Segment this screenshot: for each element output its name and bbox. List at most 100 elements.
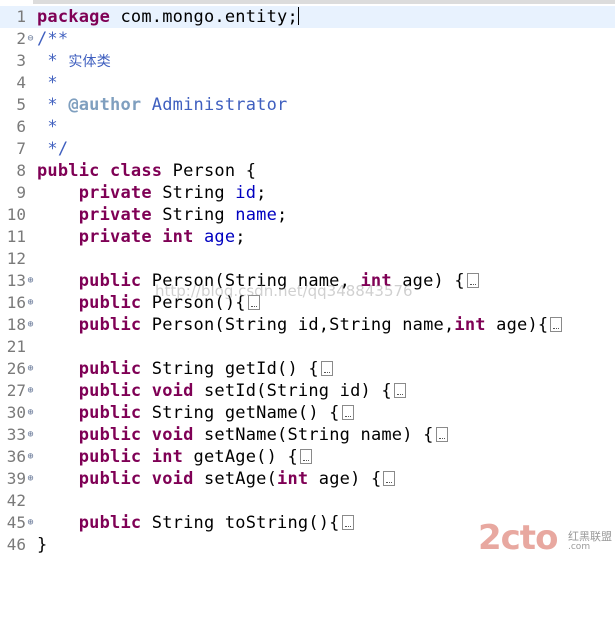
line-number: 16 [6,293,26,312]
fold-collapsed-icon[interactable]: ⊕ [26,380,35,402]
code-line[interactable]: 21 [0,336,615,358]
closing-brace: } [37,535,48,555]
line-code: public String getId() { [37,358,333,380]
collapsed-code-icon[interactable] [341,515,354,530]
line-number: 8 [16,161,26,180]
keyword: public [78,447,142,467]
method-signature: getAge() { [183,447,298,467]
fold-collapsed-icon[interactable]: ⊕ [26,446,35,468]
code-line[interactable]: 9 private String id; [0,182,615,204]
line-number: 13 [6,271,26,290]
collapsed-code-icon[interactable] [383,471,396,486]
fold-collapsed-icon[interactable]: ⊕ [26,358,35,380]
fold-collapsed-icon[interactable]: ⊕ [26,292,35,314]
keyword: public [78,359,142,379]
line-number: 1 [16,7,26,26]
keyword: private [78,205,152,225]
line-number: 39 [6,469,26,488]
collapsed-code-icon[interactable] [299,449,312,464]
keyword: public [78,315,142,335]
code-line[interactable]: 4 * [0,72,615,94]
code-line[interactable]: 27 ⊕ public void setId(String id) { [0,380,615,402]
line-code: public void setName(String name) { [37,424,448,446]
keyword: void [151,381,194,401]
keyword: int [454,315,486,335]
constructor-signature-end: age){ [485,315,549,335]
fold-collapsed-icon[interactable]: ⊕ [26,424,35,446]
line-number: 10 [6,205,26,224]
code-line[interactable]: 10 private String name; [0,204,615,226]
code-line[interactable]: 30 ⊕ public String getName() { [0,402,615,424]
line-number: 3 [16,51,26,70]
line-number: 42 [6,491,26,510]
line-code: public int getAge() { [37,446,312,468]
line-number: 27 [6,381,26,400]
line-number: 6 [16,117,26,136]
line-code: package com.mongo.entity; [37,6,299,28]
class-declaration: Person { [162,161,257,181]
line-number: 11 [6,227,26,246]
fold-collapsed-icon[interactable]: ⊕ [26,402,35,424]
semicolon: ; [256,183,267,203]
line-code: public String getName() { [37,402,354,424]
method-signature: String toString(){ [141,513,340,533]
fold-collapsed-icon[interactable]: ⊕ [26,512,35,534]
code-line[interactable]: 2 ⊖ /** [0,28,615,50]
code-line[interactable]: 5 * @author Administrator [0,94,615,116]
method-signature: setAge( [193,469,278,489]
keyword: class [110,161,163,181]
collapsed-code-icon[interactable] [393,383,406,398]
code-line[interactable]: 36 ⊕ public int getAge() { [0,446,615,468]
keyword: public [78,469,142,489]
keyword: void [151,425,194,445]
fold-expanded-icon[interactable]: ⊖ [26,28,35,50]
keyword: void [151,469,194,489]
comment-star: * [37,95,69,115]
collapsed-code-icon[interactable] [435,427,448,442]
fold-collapsed-icon[interactable]: ⊕ [26,270,35,292]
line-number: 26 [6,359,26,378]
code-line[interactable]: 8 public class Person { [0,160,615,182]
code-line[interactable]: 6 * [0,116,615,138]
comment-description: 实体类 [68,54,111,70]
keyword: int [151,447,184,467]
code-line[interactable]: 18 ⊕ public Person(String id,String name… [0,314,615,336]
line-number: 33 [6,425,26,444]
line-code: * @author Administrator [37,94,287,116]
code-line[interactable]: 39 ⊕ public void setAge(int age) { [0,468,615,490]
line-number: 18 [6,315,26,334]
editor-top-border [0,0,615,4]
line-code: private int age; [37,226,246,248]
keyword: package [37,7,111,27]
package-name: com.mongo.entity; [110,7,298,27]
collapsed-code-icon[interactable] [466,273,479,288]
watermark-text: http://blog.csdn.net/qq348843576 [155,282,413,300]
line-code: public void setId(String id) { [37,380,406,402]
method-signature-end: age) { [308,469,382,489]
keyword: public [78,425,142,445]
line-code: private String id; [37,182,267,204]
field-name: name [235,205,278,225]
method-signature: setId(String id) { [193,381,392,401]
line-number: 30 [6,403,26,422]
collapsed-code-icon[interactable] [550,317,563,332]
collapsed-code-icon[interactable] [341,405,354,420]
code-line[interactable]: 26 ⊕ public String getId() { [0,358,615,380]
fold-collapsed-icon[interactable]: ⊕ [26,468,35,490]
code-line[interactable]: 3 * 实体类 [0,50,615,72]
keyword: int [277,469,309,489]
code-line[interactable]: 42 [0,490,615,512]
code-line[interactable]: 1 package com.mongo.entity; [0,6,615,28]
collapsed-code-icon[interactable] [320,361,333,376]
method-signature: setName(String name) { [193,425,434,445]
code-line[interactable]: 12 [0,248,615,270]
fold-collapsed-icon[interactable]: ⊕ [26,314,35,336]
comment-open: /** [37,29,69,49]
line-number: 45 [6,513,26,532]
comment-star: * [37,117,58,137]
code-line[interactable]: 7 */ [0,138,615,160]
code-line[interactable]: 11 private int age; [0,226,615,248]
keyword: public [78,513,142,533]
line-number: 36 [6,447,26,466]
code-line[interactable]: 33 ⊕ public void setName(String name) { [0,424,615,446]
